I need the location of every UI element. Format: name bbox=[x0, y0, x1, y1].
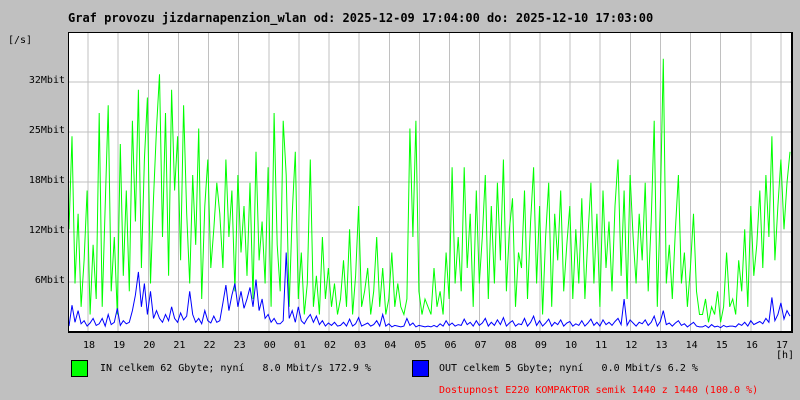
x-tick-label: 13 bbox=[655, 340, 668, 351]
y-tick-label: 25Mbit bbox=[28, 125, 65, 136]
x-tick-label: 05 bbox=[414, 340, 427, 351]
x-tick-label: 10 bbox=[565, 340, 578, 351]
series-out-line bbox=[69, 252, 791, 329]
x-tick-label: 02 bbox=[324, 340, 337, 351]
x-tick-label: 07 bbox=[474, 340, 487, 351]
x-tick-label: 15 bbox=[715, 340, 728, 351]
x-tick-label: 21 bbox=[173, 340, 186, 351]
legend-in-label: IN celkem 62 Gbyte; nyní 8.0 Mbit/s 172.… bbox=[100, 363, 371, 374]
legend-in-swatch bbox=[71, 360, 88, 377]
y-tick-label: 18Mbit bbox=[28, 175, 65, 186]
legend-out-label: OUT celkem 5 Gbyte; nyní 0.0 Mbit/s 6.2 … bbox=[439, 363, 698, 374]
x-tick-label: 12 bbox=[625, 340, 638, 351]
x-tick-label: 11 bbox=[595, 340, 608, 351]
x-tick-label: 14 bbox=[685, 340, 698, 351]
x-tick-label: 16 bbox=[745, 340, 758, 351]
legend-out-swatch bbox=[412, 360, 429, 377]
x-tick-label: 18 bbox=[82, 340, 96, 351]
graph-title: Graf provozu jizdarnapenzion_wlan od: 20… bbox=[68, 11, 654, 25]
x-tick-label: 20 bbox=[143, 340, 156, 351]
x-tick-label: 06 bbox=[444, 340, 457, 351]
series-in-line bbox=[69, 58, 791, 323]
traffic-graph-plot-area bbox=[68, 32, 793, 333]
x-tick-label: 04 bbox=[384, 340, 397, 351]
x-axis-unit-label: [h] bbox=[776, 350, 795, 361]
y-tick-label: 6Mbit bbox=[34, 275, 65, 286]
x-tick-label: 00 bbox=[263, 340, 276, 351]
x-tick-label: 19 bbox=[113, 340, 126, 351]
x-tick-label: 08 bbox=[504, 340, 517, 351]
x-tick-label: 01 bbox=[293, 340, 306, 351]
x-tick-label: 22 bbox=[203, 340, 216, 351]
x-tick-label: 23 bbox=[233, 340, 246, 351]
traffic-graph-svg bbox=[69, 33, 791, 331]
y-tick-label: 32Mbit bbox=[28, 75, 65, 86]
x-tick-label: 03 bbox=[354, 340, 367, 351]
y-axis-unit-label: [/s] bbox=[8, 35, 33, 46]
x-tick-label: 09 bbox=[534, 340, 547, 351]
availability-status-text: Dostupnost E220 KOMPAKTOR semik 1440 z 1… bbox=[439, 385, 759, 396]
y-tick-label: 12Mbit bbox=[28, 225, 65, 236]
